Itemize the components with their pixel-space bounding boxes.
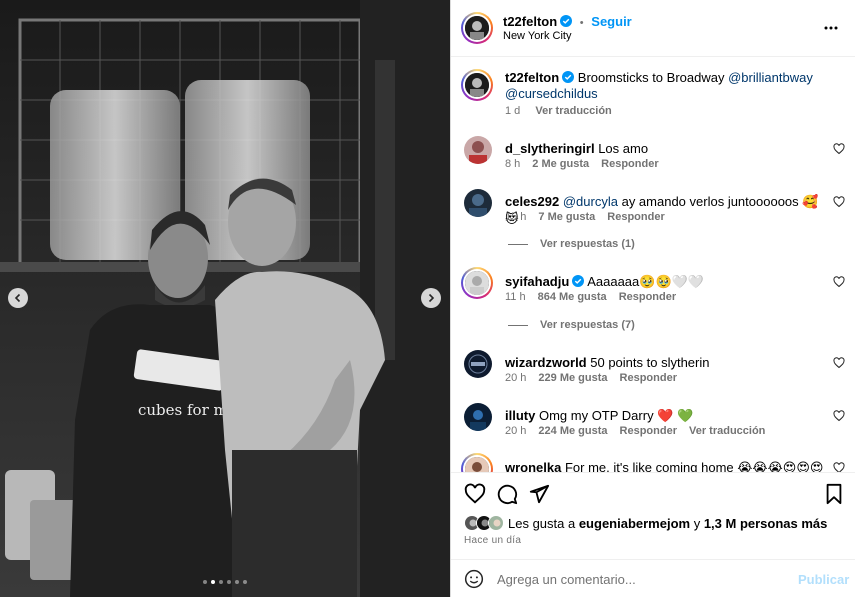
comment-reply-button[interactable]: Responder	[620, 372, 677, 384]
save-bookmark-icon[interactable]	[823, 483, 845, 505]
comment-username[interactable]: d_slytheringirl	[505, 141, 595, 156]
replies-divider	[508, 324, 528, 326]
heart-icon[interactable]	[833, 357, 845, 369]
add-comment-bar: Publicar	[451, 559, 855, 597]
comment-reply-button[interactable]: Responder	[620, 425, 677, 437]
photo-image: cubes for my boys	[0, 0, 450, 597]
caption-time[interactable]: 1 d	[505, 105, 520, 117]
post-time-ago[interactable]: Hace un día	[464, 535, 521, 546]
comment-reply-button[interactable]: Responder	[601, 158, 658, 170]
view-replies-button[interactable]: Ver respuestas (1)	[508, 238, 635, 250]
commenter-avatar[interactable]	[461, 453, 493, 472]
heart-icon[interactable]	[833, 276, 845, 288]
likes-count[interactable]: 1,3 M personas más	[704, 516, 828, 531]
likes-middle: y	[690, 515, 704, 531]
carousel-dots	[0, 580, 450, 584]
verified-badge-icon	[562, 71, 575, 83]
heart-icon[interactable]	[833, 462, 845, 472]
publish-button[interactable]: Publicar	[798, 572, 849, 587]
carousel-dot	[203, 580, 207, 584]
post-header: t22felton • Seguir New York City	[451, 0, 855, 57]
comment-username[interactable]: illuty	[505, 408, 535, 423]
comment-time[interactable]: 20 h	[505, 372, 526, 384]
post-location[interactable]: New York City	[503, 30, 571, 42]
commenter-avatar[interactable]	[461, 267, 493, 299]
verified-badge-icon	[572, 275, 585, 287]
carousel-dot	[243, 580, 247, 584]
heart-icon[interactable]	[833, 410, 845, 422]
comment-time[interactable]: 15 h	[505, 211, 526, 223]
header-separator: •	[579, 17, 584, 29]
commenter-avatar[interactable]	[464, 350, 492, 378]
comment-text: Aaaaaaa🥹🥹🤍🤍	[587, 274, 704, 289]
comment-reply-button[interactable]: Responder	[619, 291, 676, 303]
comment-text: For me, it's like coming home 😭😭😭😍😍😍	[564, 460, 824, 472]
caption-mention-brilliantbway[interactable]: @brilliantbway	[728, 70, 813, 85]
post-photo[interactable]: cubes for my boys	[0, 0, 450, 597]
comment-username[interactable]: celes292	[505, 194, 559, 209]
liker-avatar	[488, 515, 504, 531]
comment-time[interactable]: 20 h	[505, 425, 526, 437]
like-heart-icon[interactable]	[464, 483, 486, 505]
carousel-dot	[227, 580, 231, 584]
comment-username[interactable]: syifahadju	[505, 274, 569, 289]
comment-input[interactable]	[497, 568, 787, 590]
carousel-dot	[219, 580, 223, 584]
comment-text: Los amo	[598, 141, 649, 156]
comment-likes[interactable]: 2 Me gusta	[532, 158, 589, 170]
view-replies-label: Ver respuestas (1)	[540, 238, 635, 250]
heart-icon[interactable]	[833, 196, 845, 208]
comment-text: 50 points to slytherin	[590, 355, 710, 370]
caption-mention-cursedchildus[interactable]: @cursedchildus	[505, 86, 598, 101]
carousel-dot	[211, 580, 215, 584]
caption-text: Broomsticks to Broadway	[577, 70, 725, 85]
likes-user[interactable]: eugeniabermejom	[579, 516, 690, 531]
commenter-avatar[interactable]	[464, 189, 492, 217]
comment-text: Omg my OTP Darry ❤️ 💚	[538, 408, 694, 423]
likes-summary[interactable]: Les gusta a eugeniabermejom y 1,3 M pers…	[464, 515, 827, 531]
commenter-avatar[interactable]	[464, 403, 492, 431]
commenter-avatar[interactable]	[464, 136, 492, 164]
chevron-right-icon	[428, 293, 435, 303]
comment-translate-link[interactable]: Ver traducción	[689, 425, 765, 437]
carousel-next-button[interactable]	[421, 288, 441, 308]
comment-mention[interactable]: @durcyla	[563, 194, 618, 209]
follow-button[interactable]: Seguir	[591, 14, 631, 29]
caption-translate-link[interactable]: Ver traducción	[535, 105, 611, 117]
carousel-dot	[235, 580, 239, 584]
comments-list[interactable]: t22felton Broomsticks to Broadway @brill…	[451, 57, 855, 472]
view-replies-button[interactable]: Ver respuestas (7)	[508, 319, 635, 331]
more-options-icon[interactable]	[823, 20, 839, 36]
comment-likes[interactable]: 229 Me gusta	[538, 372, 607, 384]
comment-reply-button[interactable]: Responder	[607, 211, 664, 223]
chevron-left-icon	[14, 293, 21, 303]
likes-prefix: Les gusta a	[508, 515, 579, 531]
emoji-picker-icon[interactable]	[464, 569, 484, 589]
caption-username[interactable]: t22felton	[505, 70, 559, 85]
view-replies-label: Ver respuestas (7)	[540, 319, 635, 331]
comment-likes[interactable]: 224 Me gusta	[538, 425, 607, 437]
comment-likes[interactable]: 7 Me gusta	[538, 211, 595, 223]
comment-time[interactable]: 11 h	[505, 291, 526, 303]
post-actions: Les gusta a eugeniabermejom y 1,3 M pers…	[451, 472, 855, 597]
author-avatar[interactable]	[461, 12, 493, 44]
comment-bubble-icon[interactable]	[496, 483, 518, 505]
comment-likes[interactable]: 864 Me gusta	[538, 291, 607, 303]
heart-icon[interactable]	[833, 143, 845, 155]
comment-time[interactable]: 8 h	[505, 158, 520, 170]
verified-badge-icon	[560, 15, 573, 27]
comment-username[interactable]: wizardzworld	[505, 355, 587, 370]
author-username[interactable]: t22felton	[503, 14, 557, 29]
post-side-panel: t22felton • Seguir New York City t22felt…	[450, 0, 855, 597]
replies-divider	[508, 243, 528, 245]
caption-avatar[interactable]	[461, 69, 493, 101]
share-send-icon[interactable]	[528, 483, 550, 505]
carousel-prev-button[interactable]	[8, 288, 28, 308]
comment-username[interactable]: wronelka	[505, 460, 561, 472]
